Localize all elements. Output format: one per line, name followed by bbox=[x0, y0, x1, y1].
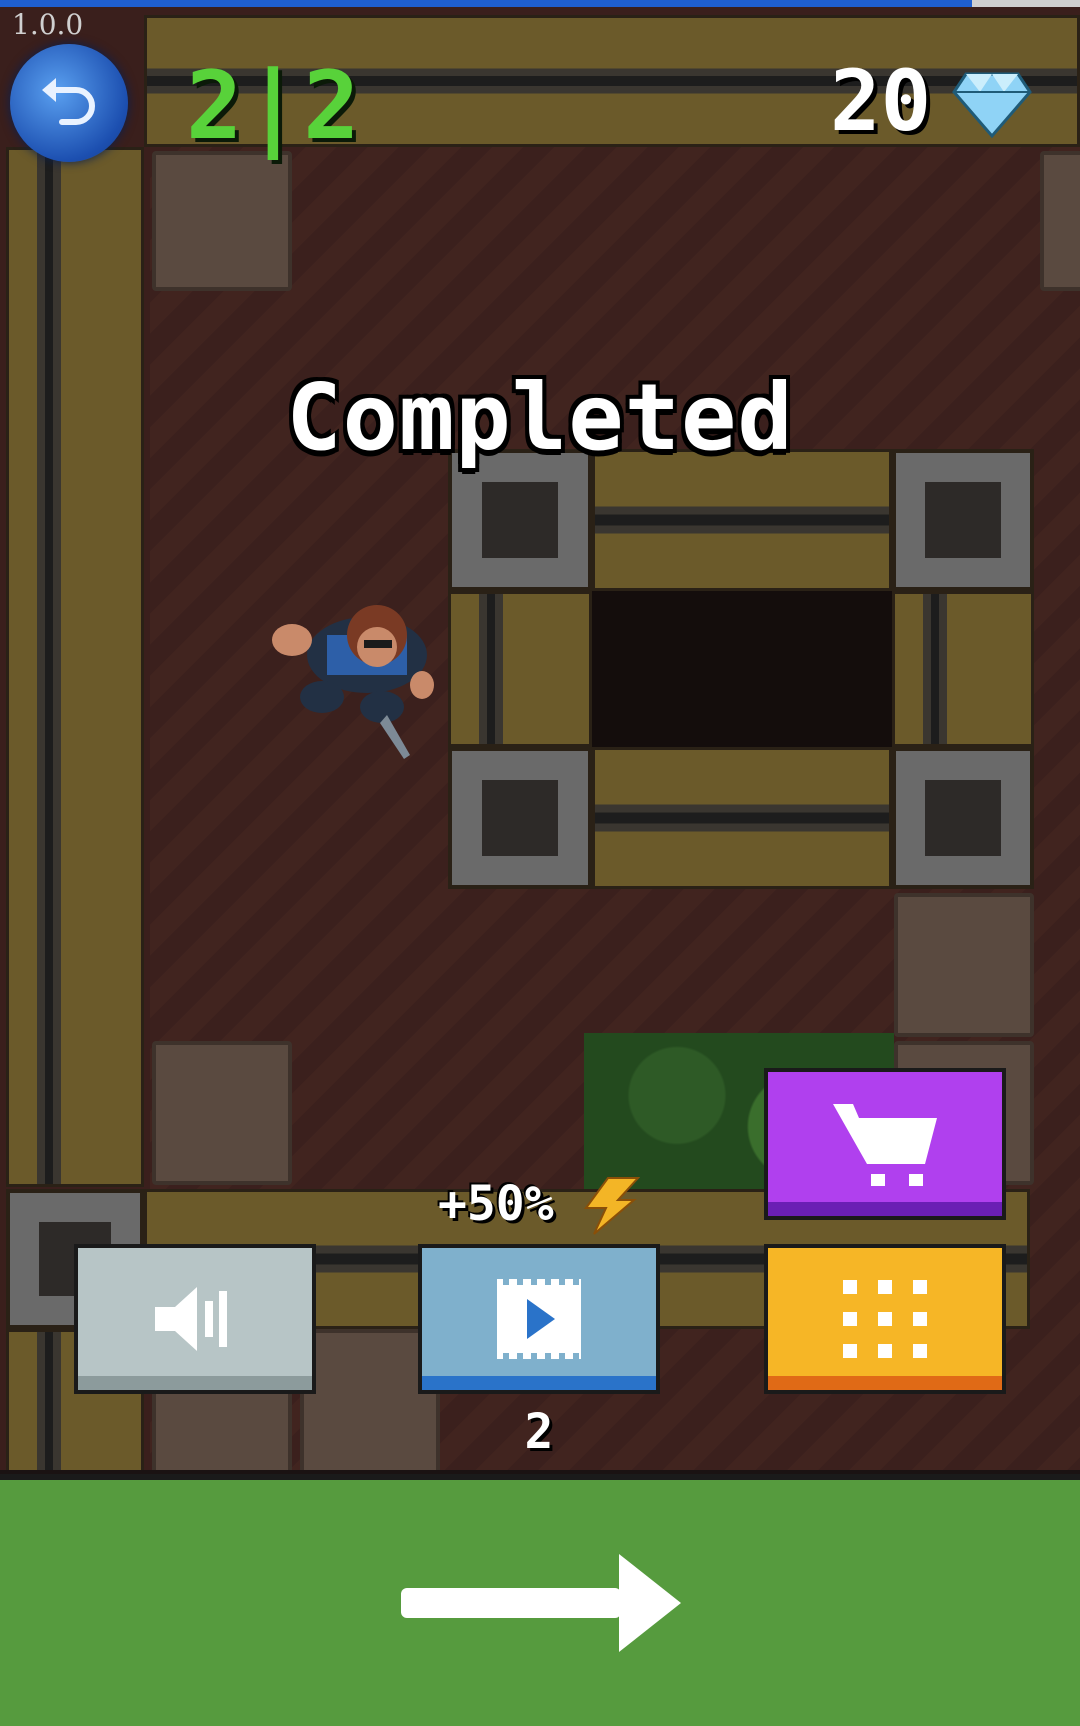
video-button[interactable] bbox=[418, 1244, 660, 1394]
version-label: 1.0.0 bbox=[12, 8, 84, 41]
socket-block bbox=[892, 747, 1034, 889]
shop-button[interactable] bbox=[764, 1068, 1006, 1220]
sound-button[interactable] bbox=[74, 1244, 316, 1394]
video-bonus-label: +50% bbox=[438, 1176, 554, 1232]
rail-segment bbox=[592, 747, 892, 889]
next-level-button[interactable] bbox=[0, 1474, 1080, 1726]
progress-bar-track bbox=[972, 0, 1080, 7]
socket-block bbox=[448, 747, 592, 889]
crate bbox=[1040, 151, 1080, 291]
back-button[interactable] bbox=[10, 44, 128, 162]
rail-segment bbox=[892, 591, 1034, 747]
rail-segment bbox=[448, 591, 592, 747]
video-play-icon bbox=[497, 1279, 581, 1359]
arrow-right-icon bbox=[401, 1554, 681, 1652]
crate bbox=[152, 151, 292, 291]
diamond-icon bbox=[952, 72, 1032, 139]
crate bbox=[152, 1041, 292, 1185]
speaker-icon bbox=[155, 1287, 227, 1351]
completed-banner: Completed bbox=[286, 364, 794, 471]
rail-left bbox=[6, 147, 144, 1187]
player-character bbox=[272, 605, 434, 759]
pit bbox=[592, 591, 892, 747]
crate bbox=[894, 893, 1034, 1037]
video-count: 2 bbox=[524, 1404, 554, 1460]
cart-icon bbox=[833, 1104, 937, 1186]
grid-icon bbox=[843, 1280, 927, 1358]
levels-button[interactable] bbox=[764, 1244, 1006, 1394]
lightning-icon bbox=[584, 1177, 640, 1235]
undo-icon bbox=[42, 78, 95, 125]
level-progress: 2|2 bbox=[186, 52, 362, 161]
progress-bar-fill bbox=[0, 0, 972, 7]
gem-count: 20 bbox=[830, 52, 932, 150]
